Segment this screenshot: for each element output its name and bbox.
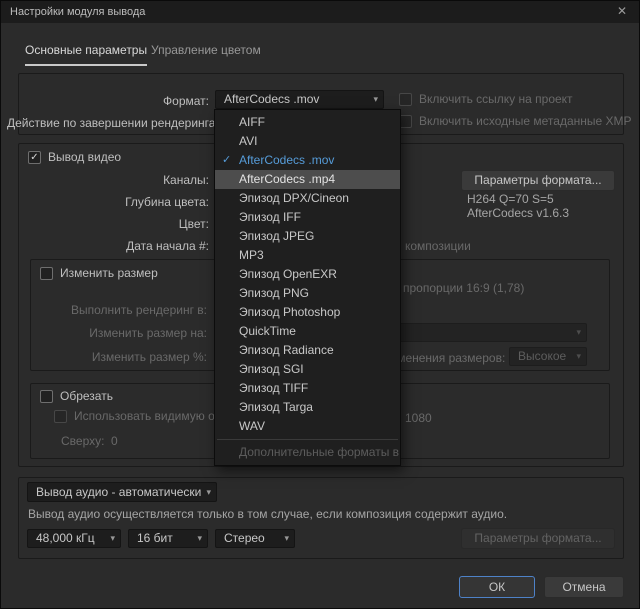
checkbox-box: [399, 93, 412, 106]
channels-label: Каналы:: [29, 173, 209, 187]
menu-item-selected[interactable]: ✓ AfterCodecs .mov: [215, 151, 400, 170]
color-label: Цвет:: [29, 217, 209, 231]
resize-to-label: Изменить размер на:: [27, 326, 207, 340]
menu-item[interactable]: Эпизод Targa: [215, 398, 400, 417]
tab-color-management[interactable]: Управление цветом: [151, 43, 261, 64]
bit-depth-value: 16 бит: [137, 531, 173, 545]
audio-mode-value: Вывод аудио - автоматически: [36, 485, 201, 499]
resize-quality-select[interactable]: Высокое ▾: [509, 347, 587, 366]
start-number-label: Дата начала #:: [29, 239, 209, 253]
menu-item[interactable]: Эпизод OpenEXR: [215, 265, 400, 284]
bit-depth-select[interactable]: 16 бит ▾: [128, 529, 208, 548]
checkbox-box: [40, 390, 53, 403]
button-label: Параметры формата...: [474, 531, 601, 545]
resize-pct-label: Изменить размер %:: [27, 350, 207, 364]
lock-aspect-label-fragment: пропорции 16:9 (1,78): [403, 281, 524, 295]
menu-separator: [217, 439, 398, 440]
resize-quality-value: Высокое: [518, 349, 566, 363]
title-bar: Настройки модуля вывода: [1, 1, 639, 23]
checkbox-box: [40, 267, 53, 280]
chevron-down-icon: ▾: [576, 324, 581, 341]
button-label: ОК: [489, 580, 505, 594]
crop-top-value[interactable]: 0: [111, 434, 118, 448]
tab-label: Управление цветом: [151, 43, 261, 57]
output-module-settings-dialog: Настройки модуля вывода ✕ Основные парам…: [0, 0, 640, 609]
menu-item[interactable]: Эпизод Photoshop: [215, 303, 400, 322]
checkbox-label: Изменить размер: [60, 266, 158, 280]
use-roi-checkbox[interactable]: Использовать видимую облас: [54, 409, 241, 423]
audio-channels-select[interactable]: Стерео ▾: [215, 529, 295, 548]
menu-item[interactable]: AVI: [215, 132, 400, 151]
crop-top-label: Сверху:: [61, 434, 104, 448]
tab-main-options[interactable]: Основные параметры: [25, 43, 147, 66]
dialog-title: Настройки модуля вывода: [10, 6, 145, 18]
check-icon: ✓: [222, 151, 231, 170]
menu-item[interactable]: Эпизод TIFF: [215, 379, 400, 398]
depth-label: Глубина цвета:: [29, 195, 209, 209]
menu-item-disabled: Дополнительные форматы в AME: [215, 443, 400, 462]
menu-item[interactable]: Эпизод DPX/Cineon: [215, 189, 400, 208]
format-select[interactable]: AfterCodecs .mov ▾: [215, 90, 384, 109]
chevron-down-icon: ▾: [284, 530, 289, 547]
sample-rate-value: 48,000 кГц: [36, 531, 95, 545]
include-project-link-checkbox[interactable]: Включить ссылку на проект: [399, 92, 573, 106]
chevron-down-icon: ▾: [110, 530, 115, 547]
checkbox-label: Вывод видео: [48, 150, 121, 164]
menu-item[interactable]: WAV: [215, 417, 400, 436]
start-number-suffix: композиции: [405, 239, 471, 253]
check-icon: ✓: [30, 152, 38, 163]
chevron-down-icon: ▾: [373, 91, 378, 108]
checkbox-box: [54, 410, 67, 423]
cancel-button[interactable]: Отмена: [544, 576, 624, 598]
final-size-fragment: 1080: [405, 411, 432, 425]
menu-item[interactable]: Эпизод IFF: [215, 208, 400, 227]
codec-info-line2: AfterCodecs v1.6.3: [467, 206, 569, 220]
post-render-action-label: Действие по завершении рендеринга:: [7, 116, 209, 130]
checkbox-label: Включить исходные метаданные XMP: [419, 114, 632, 128]
format-options-button[interactable]: Параметры формата...: [461, 170, 615, 191]
format-dropdown-menu: AIFF AVI ✓ AfterCodecs .mov AfterCodecs …: [214, 109, 401, 466]
codec-info-line1: H264 Q=70 S=5: [467, 192, 554, 206]
menu-item[interactable]: Эпизод SGI: [215, 360, 400, 379]
checkbox-box: ✓: [28, 151, 41, 164]
menu-item-highlighted[interactable]: AfterCodecs .mp4: [215, 170, 400, 189]
button-label: Отмена: [562, 580, 605, 594]
chevron-down-icon: ▾: [197, 530, 202, 547]
close-icon[interactable]: ✕: [605, 1, 639, 23]
format-select-value: AfterCodecs .mov: [224, 92, 319, 106]
checkbox-label: Включить ссылку на проект: [419, 92, 573, 106]
button-label: Параметры формата...: [474, 173, 601, 187]
audio-output-mode-select[interactable]: Вывод аудио - автоматически ▾: [27, 482, 217, 502]
checkbox-label: Обрезать: [60, 389, 113, 403]
video-output-checkbox[interactable]: ✓ Вывод видео: [28, 150, 121, 164]
ok-button[interactable]: ОК: [459, 576, 535, 598]
chevron-down-icon: ▾: [576, 348, 581, 365]
sample-rate-select[interactable]: 48,000 кГц ▾: [27, 529, 121, 548]
resize-checkbox[interactable]: Изменить размер: [40, 266, 158, 280]
menu-item[interactable]: Эпизод JPEG: [215, 227, 400, 246]
include-xmp-checkbox[interactable]: Включить исходные метаданные XMP: [399, 114, 632, 128]
menu-item[interactable]: MP3: [215, 246, 400, 265]
menu-item[interactable]: QuickTime: [215, 322, 400, 341]
audio-channels-value: Стерео: [224, 531, 265, 545]
chevron-down-icon: ▾: [206, 483, 211, 501]
tab-label: Основные параметры: [25, 43, 147, 57]
audio-note: Вывод аудио осуществляется только в том …: [28, 507, 507, 521]
menu-item[interactable]: AIFF: [215, 113, 400, 132]
render-at-label: Выполнить рендеринг в:: [27, 303, 207, 317]
resize-quality-label: изменения размеров:: [385, 351, 505, 365]
menu-item[interactable]: Эпизод PNG: [215, 284, 400, 303]
audio-format-options-button[interactable]: Параметры формата...: [461, 528, 615, 549]
format-label: Формат:: [29, 94, 209, 108]
menu-item[interactable]: Эпизод Radiance: [215, 341, 400, 360]
crop-checkbox[interactable]: Обрезать: [40, 389, 113, 403]
